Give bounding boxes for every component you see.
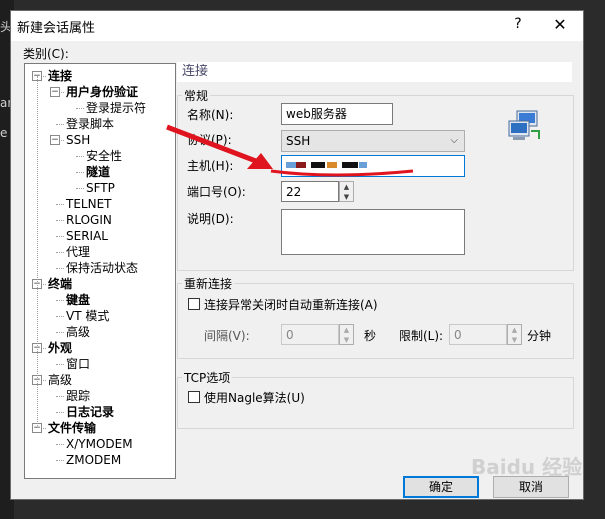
tree-item[interactable]: 窗口 xyxy=(66,357,90,371)
tree-item[interactable]: 高级 xyxy=(48,373,72,387)
tree-item[interactable]: 连接 xyxy=(48,69,72,83)
interval-spinner[interactable]: ▲ ▼ xyxy=(339,324,354,345)
description-label: 说明(D): xyxy=(187,212,234,226)
close-button[interactable]: ✕ xyxy=(548,15,572,37)
nagle-label[interactable]: 使用Nagle算法(U) xyxy=(204,389,305,406)
tree-item[interactable]: 登录脚本 xyxy=(66,117,114,131)
tree-item[interactable]: SERIAL xyxy=(66,229,108,243)
tree-item[interactable]: 终端 xyxy=(48,277,72,291)
limit-spinner[interactable]: ▲ ▼ xyxy=(507,324,522,345)
tree-connector xyxy=(56,316,64,317)
tree-connector xyxy=(56,300,64,301)
tree-item[interactable]: 隧道 xyxy=(86,165,110,179)
section-title: 连接 xyxy=(177,62,572,82)
tree-connector xyxy=(76,108,84,109)
tree-connector xyxy=(56,252,64,253)
watermark-text: Baidu 经验 xyxy=(471,455,583,479)
limit-input[interactable]: 0 xyxy=(449,324,507,345)
tree-item[interactable]: 跟踪 xyxy=(66,389,90,403)
spin-up-icon[interactable]: ▲ xyxy=(340,325,353,335)
spin-down-icon[interactable]: ▼ xyxy=(340,335,353,345)
tree-connector xyxy=(56,460,64,461)
limit-unit: 分钟 xyxy=(527,329,552,343)
auto-reconnect-checkbox[interactable] xyxy=(188,298,200,310)
dialog-title: 新建会话属性 xyxy=(17,21,96,36)
tcp-legend: TCP选项 xyxy=(184,371,231,385)
chevron-down-icon: ⌵ xyxy=(450,135,458,146)
background-glyph: e xyxy=(0,126,8,140)
tree-item[interactable]: 代理 xyxy=(66,245,90,259)
network-computers-icon xyxy=(508,110,540,140)
tree-item[interactable]: 高级 xyxy=(66,325,90,339)
tree-connector xyxy=(37,76,38,428)
reconnect-group: 重新连接 xyxy=(177,275,574,359)
tree-item[interactable]: RLOGIN xyxy=(66,213,112,227)
tree-item[interactable]: 日志记录 xyxy=(66,405,114,419)
general-legend: 常规 xyxy=(184,89,209,103)
tree-connector xyxy=(56,268,64,269)
title-bar[interactable]: 新建会话属性 ? ✕ xyxy=(11,11,583,41)
tree-connector xyxy=(56,332,64,333)
category-tree[interactable]: 连接 − 用户身份验证 − 登录提示符 登录脚本 SSH − 安全性 隧道 SFTP TELNET RL… xyxy=(24,63,176,479)
collapse-toggle-icon[interactable]: − xyxy=(50,135,60,145)
spin-up-icon[interactable]: ▲ xyxy=(508,325,521,335)
auto-reconnect-label[interactable]: 连接异常关闭时自动重新连接(A) xyxy=(204,296,378,313)
tree-item[interactable]: SFTP xyxy=(86,181,115,195)
tree-item[interactable]: 键盘 xyxy=(66,293,90,307)
tree-item[interactable]: 文件传输 xyxy=(48,421,96,435)
description-input[interactable] xyxy=(281,209,465,255)
tree-connector xyxy=(56,220,64,221)
tree-connector xyxy=(56,204,64,205)
tree-connector xyxy=(76,172,84,173)
ok-button[interactable]: 确定 xyxy=(403,476,479,498)
tree-connector xyxy=(56,444,64,445)
tree-item[interactable]: 保持活动状态 xyxy=(66,261,138,275)
session-properties-dialog: 新建会话属性 ? ✕ 类别(C): 连接 − 用户身份验证 − 登录提示符 登录脚本 SSH… xyxy=(10,10,584,500)
collapse-toggle-icon[interactable]: − xyxy=(50,87,60,97)
help-button[interactable]: ? xyxy=(509,16,527,36)
tree-item[interactable]: TELNET xyxy=(66,197,112,211)
tree-connector xyxy=(56,236,64,237)
reconnect-legend: 重新连接 xyxy=(184,277,233,291)
spin-down-icon[interactable]: ▼ xyxy=(508,335,521,345)
tree-item[interactable]: 外观 xyxy=(48,341,72,355)
tree-connector xyxy=(76,188,84,189)
tree-connector xyxy=(76,156,84,157)
annotation-arrow-icon xyxy=(166,124,414,177)
tree-connector xyxy=(56,124,64,125)
interval-label: 间隔(V): xyxy=(204,329,250,343)
spin-down-icon[interactable]: ▼ xyxy=(340,192,353,202)
limit-label: 限制(L): xyxy=(399,329,444,343)
tree-connector xyxy=(56,364,64,365)
port-spinner[interactable]: ▲ ▼ xyxy=(339,181,354,202)
spin-up-icon[interactable]: ▲ xyxy=(340,182,353,192)
tree-item[interactable]: 安全性 xyxy=(86,149,122,163)
tree-item[interactable]: VT 模式 xyxy=(66,309,109,323)
tree-item[interactable]: 登录提示符 xyxy=(86,101,146,115)
interval-unit: 秒 xyxy=(364,329,377,343)
tree-item[interactable]: 用户身份验证 xyxy=(66,85,138,99)
port-label: 端口号(O): xyxy=(187,185,246,199)
tree-item[interactable]: ZMODEM xyxy=(66,453,121,467)
port-input[interactable]: 22 xyxy=(281,181,339,202)
interval-input[interactable]: 0 xyxy=(281,324,339,345)
nagle-checkbox[interactable] xyxy=(188,391,200,403)
tree-item[interactable]: SSH xyxy=(66,133,90,147)
tree-connector xyxy=(56,412,64,413)
tree-item[interactable]: X/YMODEM xyxy=(66,437,133,451)
category-label: 类别(C): xyxy=(23,47,69,61)
tree-connector xyxy=(56,396,64,397)
